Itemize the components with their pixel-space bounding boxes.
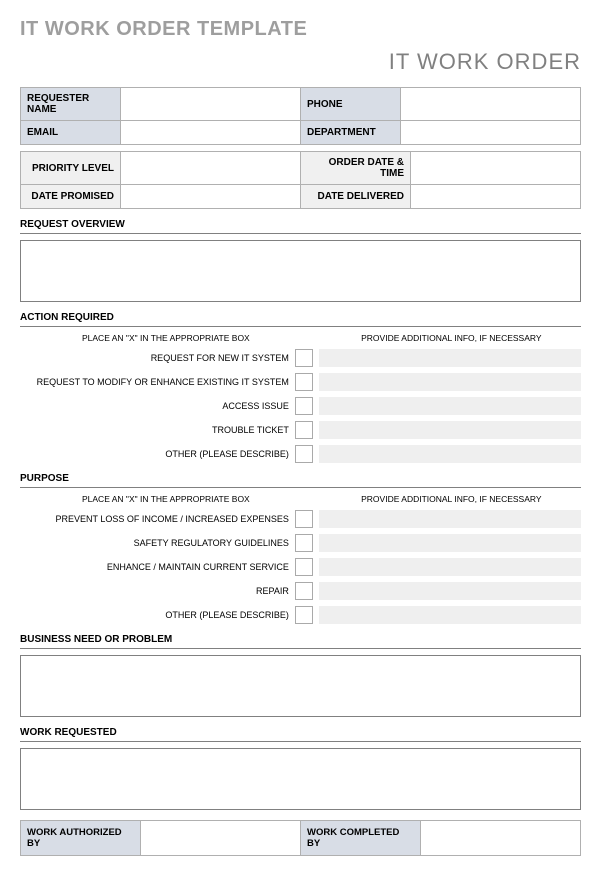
purpose-item-info-input[interactable] [319, 534, 581, 552]
business-need-input[interactable] [20, 655, 581, 717]
requester-name-input[interactable] [121, 88, 301, 121]
work-completed-by-input[interactable] [421, 821, 581, 856]
main-title: IT WORK ORDER TEMPLATE [20, 18, 581, 41]
purpose-item-checkbox[interactable] [295, 558, 313, 576]
purpose-item-label: OTHER (PLEASE DESCRIBE) [20, 610, 295, 620]
action-item-checkbox[interactable] [295, 373, 313, 391]
action-item-label: REQUEST FOR NEW IT SYSTEM [20, 353, 295, 363]
action-item-row: TROUBLE TICKET [20, 421, 581, 439]
purpose-item-label: PREVENT LOSS OF INCOME / INCREASED EXPEN… [20, 514, 295, 524]
request-overview-input[interactable] [20, 240, 581, 302]
action-item-info-input[interactable] [319, 421, 581, 439]
action-required-title: ACTION REQUIRED [20, 312, 581, 323]
date-promised-label: DATE PROMISED [21, 185, 121, 209]
purpose-item-row: PREVENT LOSS OF INCOME / INCREASED EXPEN… [20, 510, 581, 528]
action-item-label: REQUEST TO MODIFY OR ENHANCE EXISTING IT… [20, 377, 295, 387]
purpose-item-row: REPAIR [20, 582, 581, 600]
phone-input[interactable] [401, 88, 581, 121]
action-item-row: ACCESS ISSUE [20, 397, 581, 415]
action-item-checkbox[interactable] [295, 397, 313, 415]
document-title: IT WORK ORDER [20, 49, 581, 75]
purpose-item-checkbox[interactable] [295, 510, 313, 528]
action-item-row: REQUEST TO MODIFY OR ENHANCE EXISTING IT… [20, 373, 581, 391]
action-item-info-input[interactable] [319, 349, 581, 367]
request-overview-title: REQUEST OVERVIEW [20, 219, 581, 230]
email-input[interactable] [121, 121, 301, 145]
purpose-item-checkbox[interactable] [295, 606, 313, 624]
action-item-row: REQUEST FOR NEW IT SYSTEM [20, 349, 581, 367]
checklist-header-left: PLACE AN "X" IN THE APPROPRIATE BOX [20, 494, 312, 504]
work-authorized-by-label: WORK AUTHORIZED BY [21, 821, 141, 856]
purpose-item-info-input[interactable] [319, 558, 581, 576]
purpose-item-row: ENHANCE / MAINTAIN CURRENT SERVICE [20, 558, 581, 576]
priority-level-input[interactable] [121, 152, 301, 185]
action-item-checkbox[interactable] [295, 421, 313, 439]
priority-level-label: PRIORITY LEVEL [21, 152, 121, 185]
department-input[interactable] [401, 121, 581, 145]
action-item-info-input[interactable] [319, 373, 581, 391]
purpose-item-row: SAFETY REGULATORY GUIDELINES [20, 534, 581, 552]
action-item-checkbox[interactable] [295, 349, 313, 367]
action-required-checklist: PLACE AN "X" IN THE APPROPRIATE BOX PROV… [20, 333, 581, 463]
requester-name-label: REQUESTER NAME [21, 88, 121, 121]
signature-table: WORK AUTHORIZED BY WORK COMPLETED BY [20, 820, 581, 856]
purpose-item-row: OTHER (PLEASE DESCRIBE) [20, 606, 581, 624]
date-delivered-label: DATE DELIVERED [301, 185, 411, 209]
purpose-checklist: PLACE AN "X" IN THE APPROPRIATE BOX PROV… [20, 494, 581, 624]
work-requested-input[interactable] [20, 748, 581, 810]
action-item-label: TROUBLE TICKET [20, 425, 295, 435]
purpose-item-checkbox[interactable] [295, 534, 313, 552]
order-date-time-input[interactable] [411, 152, 581, 185]
purpose-item-info-input[interactable] [319, 582, 581, 600]
work-authorized-by-input[interactable] [141, 821, 301, 856]
order-info-table: PRIORITY LEVEL ORDER DATE & TIME DATE PR… [20, 151, 581, 209]
date-promised-input[interactable] [121, 185, 301, 209]
checklist-header-left: PLACE AN "X" IN THE APPROPRIATE BOX [20, 333, 312, 343]
purpose-item-info-input[interactable] [319, 606, 581, 624]
purpose-item-label: REPAIR [20, 586, 295, 596]
action-item-info-input[interactable] [319, 397, 581, 415]
purpose-title: PURPOSE [20, 473, 581, 484]
work-completed-by-label: WORK COMPLETED BY [301, 821, 421, 856]
action-item-row: OTHER (PLEASE DESCRIBE) [20, 445, 581, 463]
action-item-checkbox[interactable] [295, 445, 313, 463]
action-item-label: OTHER (PLEASE DESCRIBE) [20, 449, 295, 459]
date-delivered-input[interactable] [411, 185, 581, 209]
work-requested-title: WORK REQUESTED [20, 727, 581, 738]
order-date-time-label: ORDER DATE & TIME [301, 152, 411, 185]
purpose-item-checkbox[interactable] [295, 582, 313, 600]
email-label: EMAIL [21, 121, 121, 145]
checklist-header-right: PROVIDE ADDITIONAL INFO, IF NECESSARY [312, 333, 581, 343]
purpose-item-info-input[interactable] [319, 510, 581, 528]
action-item-info-input[interactable] [319, 445, 581, 463]
department-label: DEPARTMENT [301, 121, 401, 145]
phone-label: PHONE [301, 88, 401, 121]
action-item-label: ACCESS ISSUE [20, 401, 295, 411]
purpose-item-label: SAFETY REGULATORY GUIDELINES [20, 538, 295, 548]
business-need-title: BUSINESS NEED OR PROBLEM [20, 634, 581, 645]
checklist-header-right: PROVIDE ADDITIONAL INFO, IF NECESSARY [312, 494, 581, 504]
requester-info-table: REQUESTER NAME PHONE EMAIL DEPARTMENT [20, 87, 581, 145]
purpose-item-label: ENHANCE / MAINTAIN CURRENT SERVICE [20, 562, 295, 572]
